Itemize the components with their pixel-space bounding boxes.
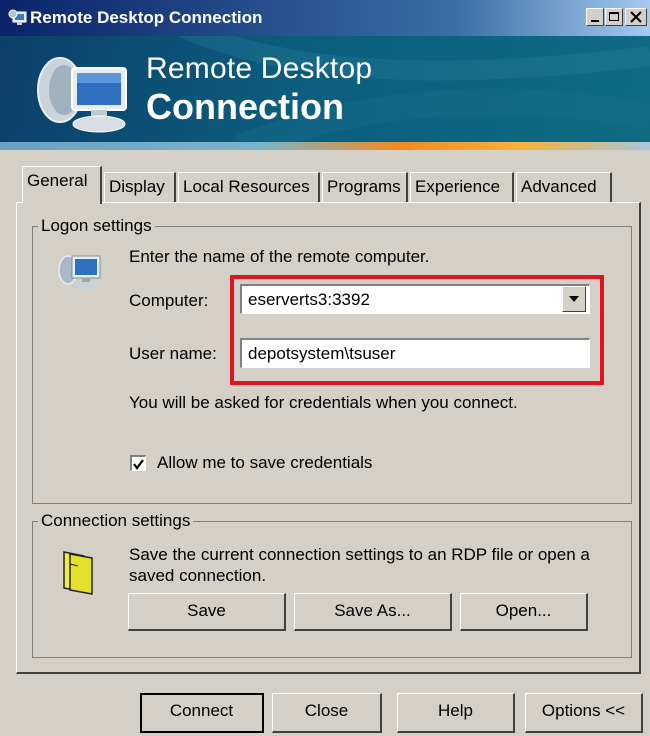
- close-button[interactable]: Close: [272, 693, 382, 733]
- tab-programs[interactable]: Programs: [322, 172, 408, 202]
- computer-icon: [56, 250, 106, 299]
- logon-settings-legend: Logon settings: [38, 216, 155, 236]
- save-credentials-label[interactable]: Allow me to save credentials: [157, 453, 372, 473]
- maximize-icon: [609, 12, 619, 21]
- banner: Remote Desktop Connection: [0, 36, 650, 148]
- banner-stripe: [0, 142, 650, 150]
- tab-advanced[interactable]: Advanced: [516, 172, 612, 202]
- chevron-down-icon: [569, 296, 579, 302]
- computer-dropdown-button[interactable]: [562, 286, 586, 312]
- title-bar[interactable]: Remote Desktop Connection: [0, 0, 650, 36]
- remote-desktop-icon: [8, 8, 28, 28]
- tab-display[interactable]: Display: [104, 172, 176, 202]
- username-value: depotsystem\tsuser: [248, 344, 396, 363]
- close-icon: [630, 11, 642, 23]
- open-button[interactable]: Open...: [460, 593, 588, 631]
- save-credentials-checkbox[interactable]: [130, 455, 146, 471]
- connection-settings-legend: Connection settings: [38, 511, 194, 531]
- tab-general[interactable]: General: [22, 166, 102, 204]
- options-button[interactable]: Options <<: [525, 693, 643, 733]
- help-button[interactable]: Help: [397, 693, 515, 733]
- tab-experience[interactable]: Experience: [410, 172, 514, 202]
- banner-title-line1: Remote Desktop: [146, 52, 373, 85]
- tab-local-resources[interactable]: Local Resources: [178, 172, 320, 202]
- window-title: Remote Desktop Connection: [30, 8, 263, 27]
- maximize-button[interactable]: [605, 8, 623, 26]
- credentials-note: You will be asked for credentials when y…: [129, 393, 518, 412]
- computer-value: eserverts3:3392: [248, 290, 370, 309]
- minimize-icon: [591, 20, 599, 22]
- save-button[interactable]: Save: [128, 593, 286, 631]
- checkmark-icon: [133, 459, 144, 470]
- computer-combobox[interactable]: eserverts3:3392: [240, 284, 590, 314]
- username-label: User name:: [129, 344, 217, 363]
- connection-description-line2: saved connection.: [129, 566, 267, 585]
- folder-icon: [60, 548, 98, 601]
- connection-description-line1: Save the current connection settings to …: [129, 545, 590, 564]
- logon-instruction: Enter the name of the remote computer.: [129, 247, 430, 266]
- monitor-satellite-icon: [34, 50, 134, 147]
- save-as-button[interactable]: Save As...: [294, 593, 452, 631]
- connect-button[interactable]: Connect: [140, 693, 264, 733]
- close-window-button[interactable]: [625, 8, 647, 26]
- minimize-button[interactable]: [586, 8, 604, 26]
- computer-label: Computer:: [129, 291, 209, 310]
- username-field[interactable]: depotsystem\tsuser: [240, 338, 590, 368]
- banner-title-line2: Connection: [146, 86, 344, 127]
- connection-settings-group: [32, 521, 632, 658]
